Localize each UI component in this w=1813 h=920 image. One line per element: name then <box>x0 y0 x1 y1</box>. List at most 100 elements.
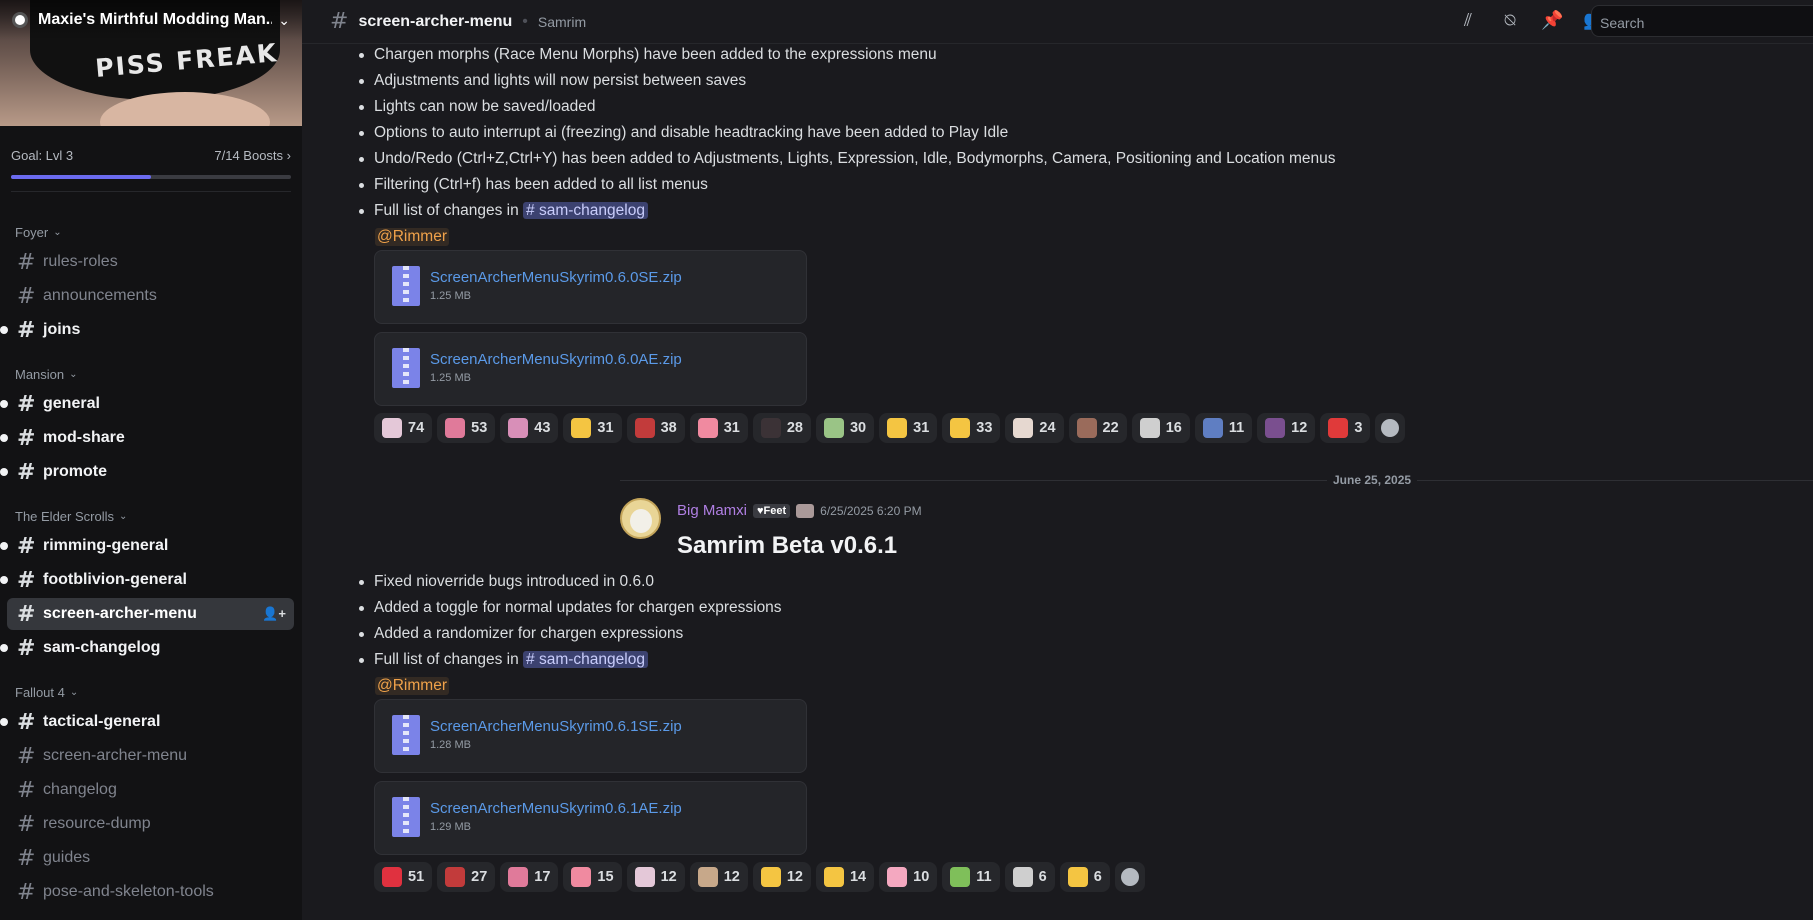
reaction-button[interactable]: 53 <box>437 413 496 443</box>
add-reaction-button[interactable] <box>1114 862 1145 892</box>
reaction-button[interactable]: 12 <box>1257 413 1316 443</box>
crying-emoji <box>571 418 592 438</box>
channel-fo4-screen-archer-menu[interactable]: # screen-archer-menu <box>7 740 294 772</box>
reaction-button[interactable]: 6 <box>1059 862 1110 892</box>
reaction-button[interactable]: 11 <box>942 862 1000 892</box>
sketch-face-emoji <box>1012 867 1033 887</box>
reaction-button[interactable]: 12 <box>689 862 748 892</box>
reaction-count: 27 <box>471 869 488 885</box>
zip-file-icon <box>392 715 420 755</box>
channel-footblivion-general[interactable]: # footblivion-general <box>0 564 294 596</box>
reaction-button[interactable]: 43 <box>500 413 559 443</box>
unread-dot <box>0 434 8 442</box>
reaction-button[interactable]: 38 <box>626 413 685 443</box>
reaction-count: 28 <box>786 420 803 436</box>
reaction-button[interactable]: 12 <box>626 862 685 892</box>
reaction-button[interactable]: 33 <box>942 413 1001 443</box>
category-mansion[interactable]: Mansion ⌄ <box>15 367 78 382</box>
reaction-button[interactable]: 31 <box>563 413 622 443</box>
mute-notifications-icon[interactable]: ⍉ <box>1499 10 1521 31</box>
avatar[interactable] <box>620 498 661 539</box>
channel-joins[interactable]: # joins <box>0 314 294 346</box>
reaction-button[interactable]: 28 <box>752 413 811 443</box>
reaction-button[interactable]: 27 <box>437 862 496 892</box>
channel-mention-link[interactable]: # sam-changelog <box>523 651 648 668</box>
attachment-filename-link[interactable]: ScreenArcherMenuSkyrim0.6.1AE.zip <box>430 800 682 817</box>
header-separator: • <box>522 12 528 30</box>
category-elder-scrolls[interactable]: The Elder Scrolls ⌄ <box>15 509 127 524</box>
channel-announcements[interactable]: # announcements <box>7 280 294 312</box>
reaction-button[interactable]: 6 <box>1004 862 1055 892</box>
channel-general[interactable]: # general <box>0 388 294 420</box>
lips-emoji <box>634 418 655 438</box>
boost-goal[interactable]: Goal: Lvl 3 7/14 Boosts › <box>0 126 302 192</box>
bullet-item: Filtering (Ctrl+f) has been added to all… <box>359 176 708 193</box>
file-attachment[interactable]: ScreenArcherMenuSkyrim0.6.0SE.zip 1.25 MB <box>374 250 807 324</box>
attachment-filename-link[interactable]: ScreenArcherMenuSkyrim0.6.1SE.zip <box>430 718 682 735</box>
hash-icon: # <box>17 249 36 275</box>
reaction-button[interactable]: 31 <box>879 413 938 443</box>
channel-resource-dump[interactable]: # resource-dump <box>7 808 294 840</box>
channel-screen-archer-menu[interactable]: # screen-archer-menu 👤+ <box>7 598 294 630</box>
channel-changelog[interactable]: # changelog <box>7 774 294 806</box>
reaction-button[interactable]: 16 <box>1131 413 1190 443</box>
changes-text: Full list of changes in <box>374 202 524 219</box>
user-mention[interactable]: @Rimmer <box>375 228 449 246</box>
channel-tactical-general[interactable]: # tactical-general <box>0 706 294 738</box>
zip-file-icon <box>392 348 420 388</box>
channel-mod-share[interactable]: # mod-share <box>0 422 294 454</box>
shush-emoji <box>887 418 908 438</box>
add-reaction-icon <box>1381 419 1400 437</box>
reaction-button[interactable]: 30 <box>815 413 875 443</box>
category-fallout-4[interactable]: Fallout 4 ⌄ <box>15 685 78 700</box>
divider <box>11 191 291 192</box>
reaction-button[interactable]: 11 <box>1194 413 1253 443</box>
reaction-button[interactable]: 17 <box>500 862 559 892</box>
threads-icon[interactable]: ⫽ <box>1457 10 1479 31</box>
reaction-button[interactable]: 15 <box>563 862 622 892</box>
attachment-filename-link[interactable]: ScreenArcherMenuSkyrim0.6.0AE.zip <box>430 351 682 368</box>
channel-mention-link[interactable]: # sam-changelog <box>523 202 648 219</box>
reaction-button[interactable]: 74 <box>374 413 433 443</box>
user-mention[interactable]: @Rimmer <box>375 677 449 695</box>
channel-guides[interactable]: # guides <box>7 842 294 874</box>
channel-label: promote <box>43 463 107 480</box>
reaction-button[interactable]: 22 <box>1068 413 1127 443</box>
reaction-count: 53 <box>471 420 488 436</box>
reaction-button[interactable]: 14 <box>815 862 875 892</box>
file-attachment[interactable]: ScreenArcherMenuSkyrim0.6.1SE.zip 1.28 MB <box>374 699 807 773</box>
channel-label: guides <box>43 849 91 866</box>
add-member-icon[interactable]: 👤+ <box>262 606 286 622</box>
file-attachment[interactable]: ScreenArcherMenuSkyrim0.6.0AE.zip 1.25 MB <box>374 332 807 406</box>
date-divider <box>620 480 1813 481</box>
reaction-count: 10 <box>913 869 930 885</box>
attachment-filename-link[interactable]: ScreenArcherMenuSkyrim0.6.0SE.zip <box>430 269 682 286</box>
chevron-down-icon: ⌄ <box>69 369 78 380</box>
reaction-button[interactable]: 24 <box>1005 413 1064 443</box>
anime-face-emoji <box>382 418 402 438</box>
channel-promote[interactable]: # promote <box>0 456 294 488</box>
reaction-button[interactable]: 10 <box>879 862 938 892</box>
add-reaction-button[interactable] <box>1375 413 1406 443</box>
channel-pose-and-skeleton-tools[interactable]: # pose-and-skeleton-tools <box>7 876 294 908</box>
message-header: Big Mamxi ♥Feet 6/25/2025 6:20 PM <box>677 502 922 519</box>
author-name[interactable]: Big Mamxi <box>677 502 747 519</box>
channel-label: changelog <box>43 781 117 798</box>
bullet-item: Undo/Redo (Ctrl+Z,Ctrl+Y) has been added… <box>359 150 1336 167</box>
reaction-button[interactable]: 12 <box>752 862 811 892</box>
role-tag[interactable]: ♥Feet <box>753 503 791 518</box>
search-input[interactable]: Search <box>1591 5 1813 37</box>
pinned-messages-icon[interactable]: 📌 <box>1541 10 1563 31</box>
reaction-button[interactable]: 3 <box>1320 413 1371 443</box>
channel-sam-changelog[interactable]: # sam-changelog <box>0 632 294 664</box>
channel-rimming-general[interactable]: # rimming-general <box>0 530 294 562</box>
server-header[interactable]: Maxie's Mirthful Modding Man... ⌄ <box>0 0 302 40</box>
category-foyer[interactable]: Foyer ⌄ <box>15 225 62 240</box>
reaction-button[interactable]: 51 <box>374 862 433 892</box>
file-attachment[interactable]: ScreenArcherMenuSkyrim0.6.1AE.zip 1.29 MB <box>374 781 807 855</box>
hash-icon: # <box>17 391 36 417</box>
channel-rules-roles[interactable]: # rules-roles <box>7 246 294 278</box>
lips-emoji <box>445 867 466 887</box>
chevron-down-icon: ⌄ <box>118 511 128 522</box>
reaction-button[interactable]: 31 <box>689 413 748 443</box>
